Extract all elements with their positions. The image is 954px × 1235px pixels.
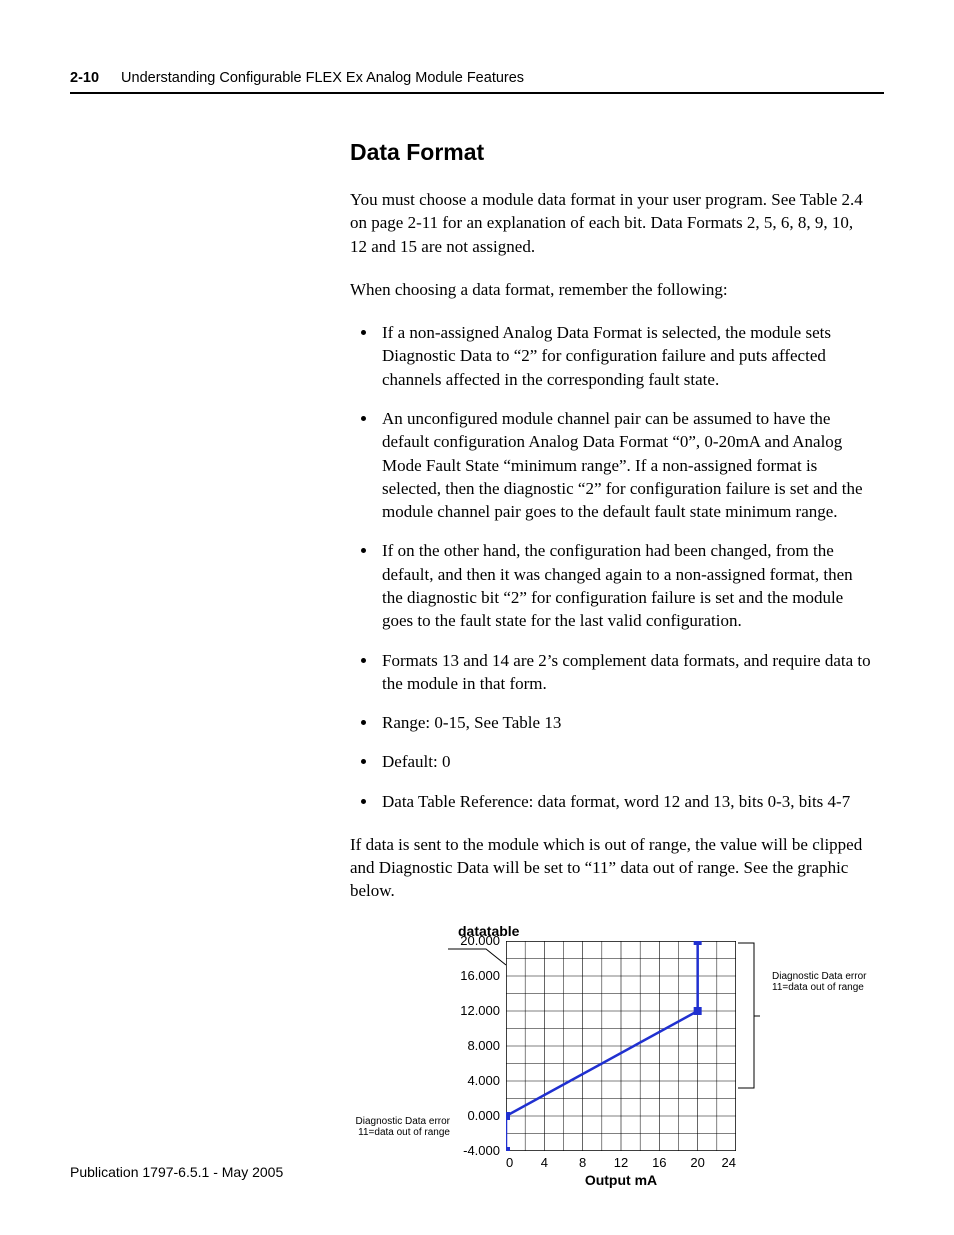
list-item: Range: 0-15, See Table 13 xyxy=(378,711,874,734)
x-tick-label: 24 xyxy=(717,1155,736,1170)
chart-annotation-right: Diagnostic Data error 11=data out of ran… xyxy=(772,971,882,994)
chapter-title: Understanding Configurable FLEX Ex Analo… xyxy=(121,70,524,86)
list-item: Formats 13 and 14 are 2’s complement dat… xyxy=(378,649,874,696)
x-axis-labels: 04812162024 xyxy=(506,1155,736,1170)
list-item: If on the other hand, the configuration … xyxy=(378,539,874,632)
x-axis-title: Output mA xyxy=(585,1172,657,1188)
annot-text: Diagnostic Data error xyxy=(772,971,866,982)
chart-title: datatable xyxy=(458,923,874,939)
chart: datatable Diagnostic Data error 11=data … xyxy=(350,923,874,1188)
annot-text: Diagnostic Data error xyxy=(356,1116,450,1127)
annot-text: 11=data out of range xyxy=(358,1127,450,1138)
list-item: Data Table Reference: data format, word … xyxy=(378,790,874,813)
list-item: If a non-assigned Analog Data Format is … xyxy=(378,321,874,391)
plot-area xyxy=(506,941,736,1151)
x-tick-label: 16 xyxy=(640,1155,678,1170)
running-head: 2-10 Understanding Configurable FLEX Ex … xyxy=(70,70,884,86)
chart-annotation-left: Diagnostic Data error 11=data out of ran… xyxy=(350,1116,450,1139)
paragraph: When choosing a data format, remember th… xyxy=(350,278,874,301)
bullet-list: If a non-assigned Analog Data Format is … xyxy=(350,321,874,813)
section-title: Data Format xyxy=(350,139,874,166)
x-tick-label: 20 xyxy=(678,1155,716,1170)
leader-left-icon xyxy=(448,941,678,1151)
x-tick-label: 0 xyxy=(506,1155,525,1170)
list-item: Default: 0 xyxy=(378,750,874,773)
annot-text: 11=data out of range xyxy=(772,982,864,993)
x-tick-label: 12 xyxy=(602,1155,640,1170)
list-item: An unconfigured module channel pair can … xyxy=(378,407,874,523)
x-tick-label: 4 xyxy=(525,1155,563,1170)
page-number: 2-10 xyxy=(70,70,99,86)
paragraph: If data is sent to the module which is o… xyxy=(350,833,874,903)
paragraph: You must choose a module data format in … xyxy=(350,188,874,258)
publication-footer: Publication 1797-6.5.1 - May 2005 xyxy=(70,1164,283,1180)
x-tick-label: 8 xyxy=(563,1155,601,1170)
header-rule xyxy=(70,92,884,94)
bracket-right-icon xyxy=(736,941,766,1151)
